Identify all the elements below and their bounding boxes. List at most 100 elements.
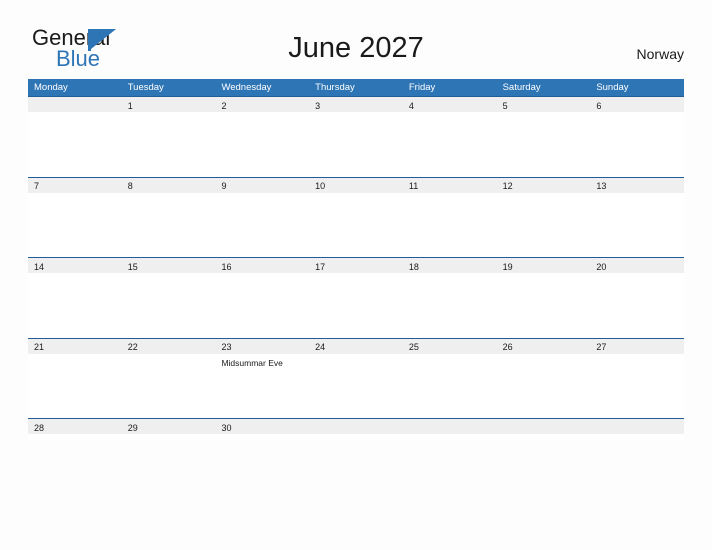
weekday-header-row: Monday Tuesday Wednesday Thursday Friday Satu… [28,79,684,96]
day-cell[interactable]: 28 [28,418,122,440]
day-cell[interactable]: 16 [215,257,310,338]
day-number-band: 16 [215,257,310,273]
weekday-header-saturday: Saturday [502,82,541,93]
day-number-band: 15 [121,257,216,273]
day-cell[interactable]: 6 [590,96,685,177]
day-number: 21 [34,342,45,352]
weekday-header-friday: Friday [408,82,436,93]
day-cell[interactable]: 30 [215,418,310,440]
day-events: Midsummar Eve [215,355,309,369]
day-number-band [402,418,497,434]
calendar-grid: Monday Tuesday Wednesday Thursday Friday Satu… [28,79,685,440]
day-cell-empty [496,418,591,440]
weekday-header-tuesday: Tuesday [127,82,164,93]
day-cell-empty [402,418,497,440]
day-number: 20 [596,261,607,272]
day-number-band: 21 [28,337,122,354]
weekday-header-monday: Monday [34,82,68,93]
calendar-page: General Blue June 2027 Norway Monday Tues… [0,0,712,550]
day-number-band [309,418,403,434]
day-cell[interactable]: 11 [402,176,497,257]
day-cell[interactable]: 23 Midsummar Eve [215,337,310,418]
day-number: 7 [34,181,40,191]
day-number: 5 [502,100,508,111]
day-cell[interactable]: 27 [590,337,685,418]
day-number: 19 [502,261,513,272]
day-number: 14 [34,261,45,272]
day-number: 24 [315,342,326,352]
day-cell[interactable]: 21 [28,337,122,418]
day-number-band: 17 [309,257,403,273]
day-cell[interactable]: 25 [402,337,497,418]
day-number-band: 24 [309,337,403,354]
day-number: 8 [127,181,133,191]
day-number-band: 22 [121,337,216,354]
day-number: 9 [221,181,227,191]
day-number-band [496,418,591,434]
day-cell[interactable]: 18 [402,257,497,338]
day-cell[interactable]: 4 [402,96,497,177]
day-cell[interactable]: 1 [121,96,216,177]
day-cell[interactable]: 7 [28,176,122,257]
week-row: 21 22 23 Midsummar Eve 24 25 26 27 [28,337,685,418]
day-number-band: 12 [496,176,591,193]
day-number: 18 [408,261,419,272]
day-number-band: 6 [590,96,685,112]
day-number-band: 4 [402,96,497,112]
day-cell-empty [309,418,403,440]
day-number: 15 [127,261,138,272]
day-number-band: 8 [121,176,216,193]
day-number-band: 13 [590,176,685,193]
day-number-band: 5 [496,96,591,112]
day-cell[interactable]: 9 [215,176,310,257]
weekday-header-sunday: Sunday [596,82,629,93]
day-number-band: 14 [28,257,122,273]
day-number: 6 [596,100,602,111]
day-cell[interactable]: 26 [496,337,591,418]
day-number-band: 25 [402,337,497,354]
day-number: 3 [315,100,321,111]
weekday-header-thursday: Thursday [315,82,355,93]
day-number-band: 3 [309,96,403,112]
day-number: 2 [221,100,227,111]
day-cell[interactable]: 24 [309,337,403,418]
day-cell[interactable]: 15 [121,257,216,338]
day-cell[interactable]: 29 [121,418,216,440]
day-cell[interactable]: 17 [309,257,403,338]
day-cell[interactable]: 19 [496,257,591,338]
day-cell[interactable]: 5 [496,96,591,177]
day-number-band: 29 [121,418,216,434]
day-cell[interactable]: 10 [309,176,403,257]
day-cell[interactable]: 12 [496,176,591,257]
day-cell-empty [590,418,685,440]
day-number-band: 30 [215,418,310,434]
day-number: 1 [127,100,133,111]
day-cell[interactable]: 2 [215,96,310,177]
day-number: 25 [408,342,419,352]
day-number: 11 [408,181,419,191]
event-label: Midsummar Eve [221,357,283,368]
weekday-header-wednesday: Wednesday [221,82,272,93]
day-number-band: 10 [309,176,403,193]
day-number: 29 [127,422,138,433]
day-number: 23 [221,342,232,352]
day-cell[interactable]: 22 [121,337,216,418]
day-number-band [590,418,685,434]
day-number: 12 [502,181,513,191]
day-number-band: 18 [402,257,497,273]
day-cell-empty [28,96,122,177]
day-cell[interactable]: 14 [28,257,122,338]
day-cell[interactable]: 8 [121,176,216,257]
day-cell[interactable]: 3 [309,96,403,177]
week-row: 7 8 9 10 11 12 13 [28,176,685,257]
day-number-band: 9 [215,176,310,193]
day-number: 27 [596,342,607,352]
day-cell[interactable]: 20 [590,257,685,338]
day-cell[interactable]: 13 [590,176,685,257]
day-number: 28 [34,422,45,433]
calendar-weeks: 1 2 3 4 5 6 7 8 9 10 11 12 13 14 15 16 17 18 19 20 21 22 23 Mid… [28,96,685,440]
day-number: 17 [315,261,326,272]
day-number-band: 26 [496,337,591,354]
day-number: 4 [408,100,414,111]
day-number: 26 [502,342,513,352]
